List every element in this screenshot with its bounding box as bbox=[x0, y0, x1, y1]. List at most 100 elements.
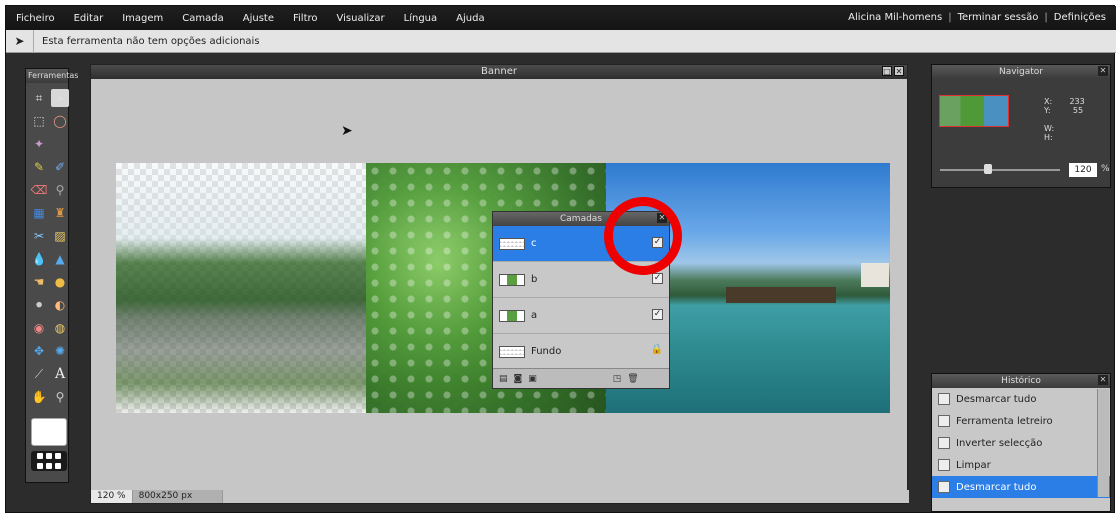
replace-color-icon[interactable]: ⚲ bbox=[51, 181, 69, 199]
color-swatch[interactable] bbox=[31, 418, 67, 446]
navigator-title-text: Navigator bbox=[998, 67, 1044, 77]
sharpen-tool-icon[interactable]: ▲ bbox=[51, 250, 69, 268]
hand-tool-icon[interactable]: ✋ bbox=[30, 388, 48, 406]
drop-tool-icon[interactable]: 💧 bbox=[30, 250, 48, 268]
more-tools-button[interactable] bbox=[31, 451, 67, 471]
burn-tool-icon[interactable]: ⚫ bbox=[30, 296, 48, 314]
brush-tool-icon[interactable]: ✐ bbox=[51, 158, 69, 176]
crop-tool-icon[interactable]: ⌗ bbox=[30, 89, 48, 107]
menu-layer[interactable]: Camada bbox=[182, 13, 223, 24]
logout-link[interactable]: Terminar sessão bbox=[958, 12, 1039, 23]
selection-size: W: H: bbox=[1044, 124, 1054, 142]
document-title-bar: Banner □ ✕ bbox=[91, 65, 907, 79]
separator: | bbox=[1044, 12, 1048, 23]
history-item[interactable]: Limpar bbox=[932, 454, 1110, 476]
marquee-tool-icon[interactable]: ⬚ bbox=[30, 112, 48, 130]
empty-slot bbox=[51, 135, 69, 153]
settings-link[interactable]: Definições bbox=[1054, 12, 1106, 23]
navigator-thumbnail[interactable] bbox=[939, 95, 1009, 127]
heal-tool-icon[interactable]: ✂ bbox=[30, 227, 48, 245]
move-tool-icon: ➤ bbox=[6, 29, 34, 53]
zoom-slider-track[interactable] bbox=[940, 169, 1060, 171]
boathouse bbox=[726, 287, 836, 303]
pencil-tool-icon[interactable]: ✎ bbox=[30, 158, 48, 176]
x-value: 233 bbox=[1069, 97, 1085, 106]
menu-bar: Ficheiro Editar Imagem Camada Ajuste Fil… bbox=[6, 6, 1116, 30]
layer-name: c bbox=[531, 238, 537, 249]
coordinates: X: 233 Y: 55 bbox=[1044, 97, 1085, 115]
text-tool-icon[interactable]: A bbox=[51, 365, 69, 383]
highlight-ring bbox=[604, 197, 682, 275]
document-title: Banner bbox=[481, 66, 517, 77]
move-cursor-icon: ➤ bbox=[341, 123, 353, 139]
zoom-slider-handle[interactable] bbox=[984, 164, 992, 174]
menu-language[interactable]: Língua bbox=[404, 13, 438, 24]
magic-wand-icon[interactable]: ✦ bbox=[30, 135, 48, 153]
history-item[interactable]: Inverter selecção bbox=[932, 432, 1110, 454]
zoom-tool-icon[interactable]: ⚲ bbox=[51, 388, 69, 406]
layer-thumbnail bbox=[499, 345, 525, 358]
y-value: 55 bbox=[1072, 106, 1084, 115]
history-item[interactable]: Desmarcar tudo bbox=[932, 388, 1110, 410]
house bbox=[861, 263, 889, 287]
gradient-tool-icon[interactable]: ▦ bbox=[30, 204, 48, 222]
history-item[interactable]: Ferramenta letreiro bbox=[932, 410, 1110, 432]
history-scrollbar[interactable] bbox=[1097, 389, 1109, 497]
layer-name: Fundo bbox=[531, 346, 562, 357]
picker-tool-icon[interactable]: ⟋ bbox=[30, 365, 48, 383]
separator: | bbox=[948, 12, 952, 23]
menu-file[interactable]: Ficheiro bbox=[16, 13, 55, 24]
history-item-icon bbox=[938, 437, 950, 449]
color-replace-icon[interactable]: ▨ bbox=[51, 227, 69, 245]
navigator-title: Navigator ✕ bbox=[932, 65, 1110, 79]
document-status-bar: 120 % 800x250 px bbox=[91, 490, 909, 503]
visibility-checkbox[interactable]: ✓ bbox=[652, 273, 663, 284]
stamp-tool-icon[interactable]: ♜ bbox=[51, 204, 69, 222]
visibility-checkbox[interactable]: ✓ bbox=[652, 309, 663, 320]
layer-name: a bbox=[531, 310, 538, 321]
maximize-icon[interactable]: □ bbox=[882, 66, 892, 76]
menu-adjust[interactable]: Ajuste bbox=[243, 13, 274, 24]
bloat-tool-icon[interactable]: ◍ bbox=[51, 319, 69, 337]
h-label: H: bbox=[1044, 133, 1053, 142]
smudge-tool-icon[interactable]: ☚ bbox=[30, 273, 48, 291]
move-tool-icon[interactable]: ➤ bbox=[51, 89, 69, 107]
close-icon[interactable]: ✕ bbox=[894, 66, 904, 76]
layer-row[interactable]: a ✓ bbox=[493, 298, 669, 334]
layer-thumbnail bbox=[499, 273, 525, 286]
user-name[interactable]: Alicina Mil-homens bbox=[848, 12, 942, 23]
menu-image[interactable]: Imagem bbox=[122, 13, 163, 24]
history-item-label: Desmarcar tudo bbox=[956, 481, 1037, 493]
close-icon[interactable]: ✕ bbox=[1098, 66, 1108, 76]
sponge-tool-icon[interactable]: ● bbox=[51, 273, 69, 291]
tools-panel: Ferramentas ⌗ ➤ ⬚ ◯ ✦ ✎ ✐ ⌫ ⚲ ▦ ♜ ✂ ▨ 💧 … bbox=[25, 68, 78, 483]
red-eye-tool-icon[interactable]: ◉ bbox=[30, 319, 48, 337]
new-layer-icon[interactable]: ◳ bbox=[613, 374, 622, 384]
spherize-tool-icon[interactable]: ✺ bbox=[51, 342, 69, 360]
eraser-tool-icon[interactable]: ⌫ bbox=[30, 181, 48, 199]
navigator-panel: Navigator ✕ X: 233 Y: 55 W: H: 120 % bbox=[931, 64, 1111, 188]
layer-style-icon[interactable]: ▣ bbox=[528, 374, 537, 384]
history-item-icon bbox=[938, 459, 950, 471]
layer-thumbnail bbox=[499, 309, 525, 322]
pinch-tool-icon[interactable]: ✥ bbox=[30, 342, 48, 360]
dodge-tool-icon[interactable]: ◐ bbox=[51, 296, 69, 314]
zoom-unit: % bbox=[1101, 164, 1110, 174]
menu-edit[interactable]: Editar bbox=[74, 13, 104, 24]
layers-title-text: Camadas bbox=[560, 214, 602, 224]
menu-view[interactable]: Visualizar bbox=[337, 13, 385, 24]
history-item[interactable]: Desmarcar tudo bbox=[932, 476, 1110, 498]
delete-layer-icon[interactable]: 🗑 bbox=[627, 374, 638, 384]
close-icon[interactable]: ✕ bbox=[1098, 375, 1108, 385]
app-window: Ficheiro Editar Imagem Camada Ajuste Fil… bbox=[5, 5, 1116, 513]
menu-filter[interactable]: Filtro bbox=[293, 13, 318, 24]
layer-mask-icon[interactable]: ◙ bbox=[514, 374, 523, 384]
menu-help[interactable]: Ajuda bbox=[456, 13, 484, 24]
lasso-tool-icon[interactable]: ◯ bbox=[51, 112, 69, 130]
layer-row[interactable]: Fundo 🔒 bbox=[493, 334, 669, 370]
history-item-icon bbox=[938, 393, 950, 405]
layer-name: b bbox=[531, 274, 538, 285]
layer-options-icon[interactable]: ▤ bbox=[499, 374, 508, 384]
marquee-icon bbox=[938, 415, 950, 427]
zoom-input[interactable]: 120 bbox=[1069, 163, 1097, 177]
